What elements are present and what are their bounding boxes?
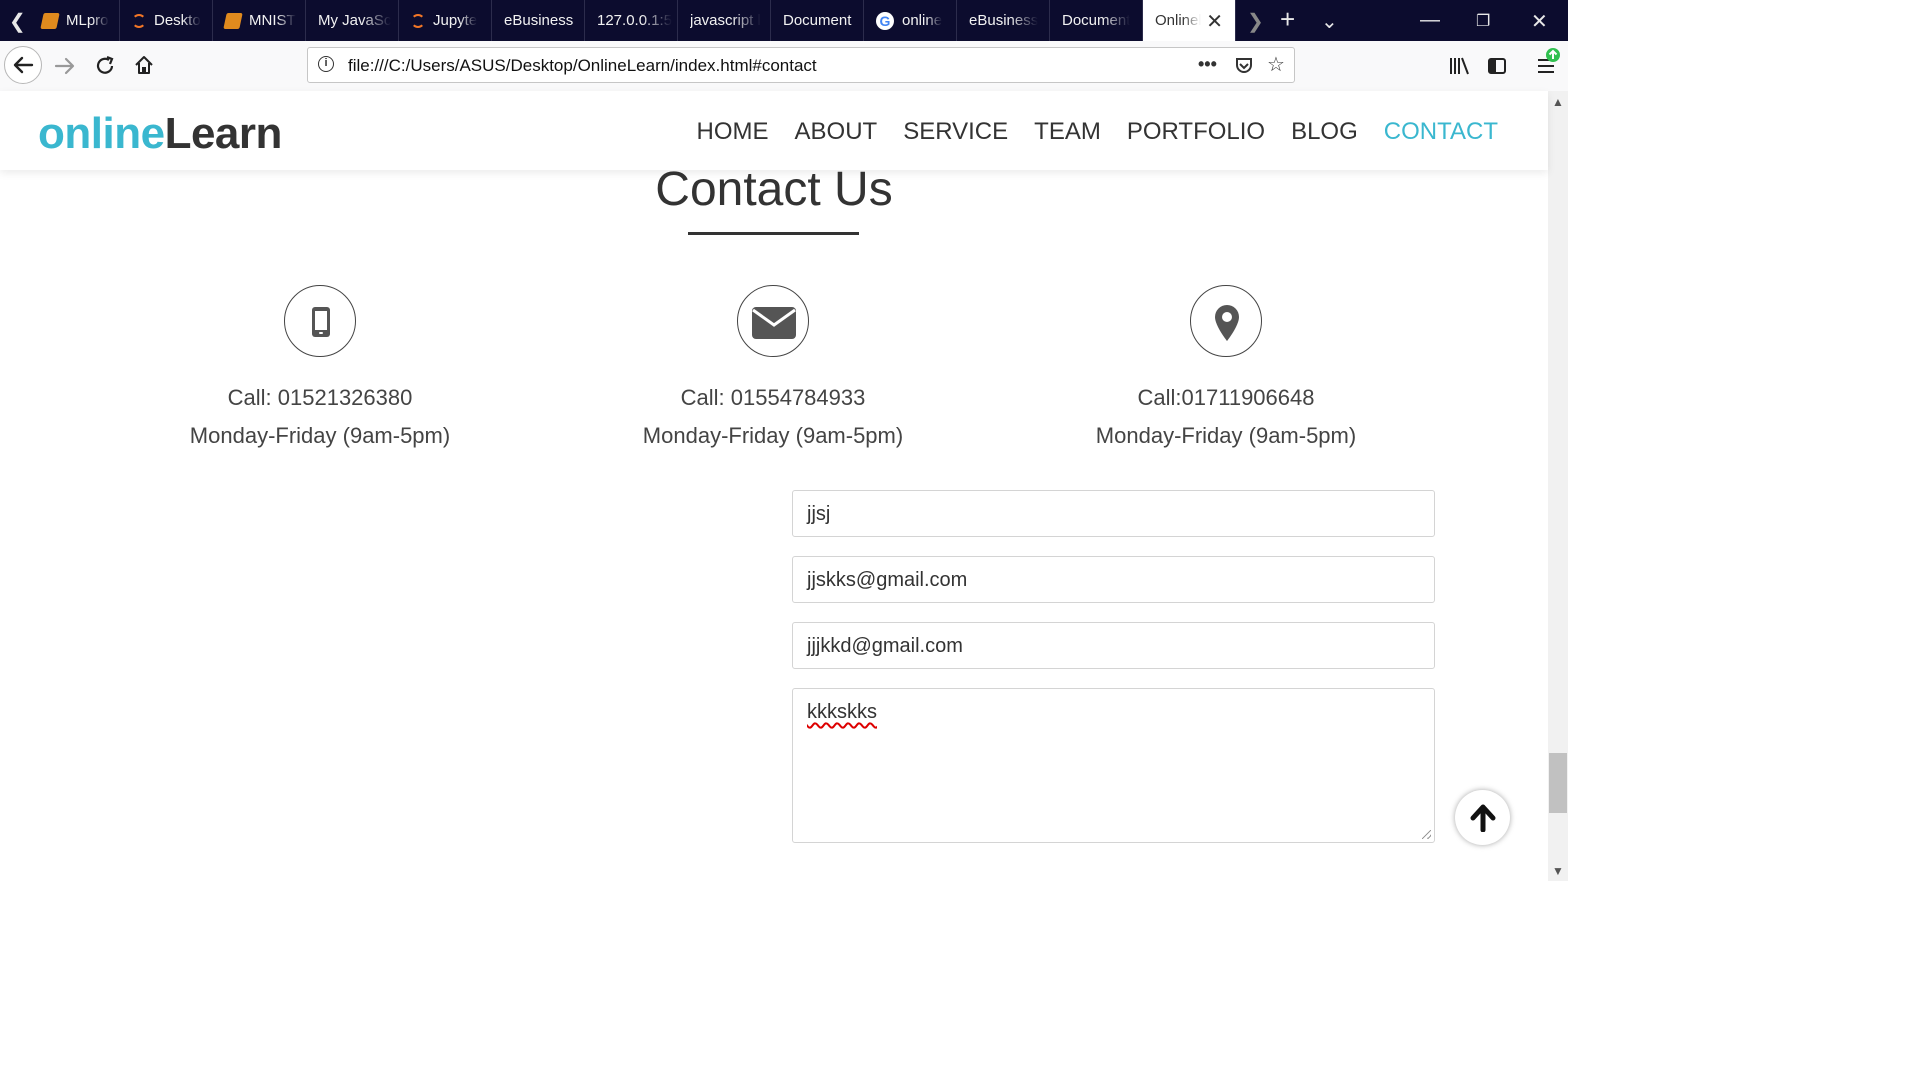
contact-call-line: Call: 01554784933 [680,385,866,410]
tab-3[interactable]: MNIST [213,0,306,41]
tab-4[interactable]: My JavaSc [306,0,399,41]
reload-icon[interactable] [94,55,116,77]
tab-11[interactable]: eBusiness [957,0,1050,41]
scroll-up-icon[interactable]: ▲ [1552,95,1564,109]
forward-icon[interactable] [54,55,76,77]
scroll-down-icon[interactable]: ▼ [1552,864,1564,878]
back-button[interactable] [4,46,42,84]
contact-info-phone: Call: 01521326380 Monday-Friday (9am-5pm… [120,285,520,449]
site-header: onlineLearn HOME ABOUT SERVICE TEAM PORT… [0,91,1548,170]
contact-section: Contact Us Call: 01521326380 Monday-Frid… [0,163,1548,881]
message-textarea[interactable]: kkkskks [792,688,1435,843]
nav-contact[interactable]: CONTACT [1384,118,1498,146]
nav-service[interactable]: SERVICE [903,118,1008,146]
bookmark-star-icon[interactable]: ☆ [1267,52,1285,77]
google-icon: G [876,11,894,30]
close-tab-icon[interactable]: ✕ [1206,9,1223,34]
tab-5[interactable]: Jupyte [399,0,492,41]
contact-info-email: Call: 01554784933 Monday-Friday (9am-5pm… [573,285,973,449]
message-text: kkkskks [807,701,877,723]
tab-2[interactable]: Deskto [120,0,213,41]
icon-circle [1190,285,1262,357]
nav-portfolio[interactable]: PORTFOLIO [1127,118,1265,146]
tab-9[interactable]: Document [771,0,864,41]
contact-hours-line: Monday-Friday (9am-5pm) [642,423,904,448]
contact-info-location: Call:01711906648 Monday-Friday (9am-5pm) [1026,285,1426,449]
home-icon[interactable] [133,54,155,76]
envelope-icon [752,307,796,339]
tab-10[interactable]: G online [864,0,957,41]
restore-icon[interactable]: ❐ [1476,11,1490,31]
pocket-icon[interactable] [1234,56,1254,76]
resize-handle-icon[interactable] [1422,830,1431,839]
browser-nav-bar: i file:///C:/Users/ASUS/Desktop/OnlineLe… [0,41,1568,92]
title-underline [688,232,859,235]
nav-about[interactable]: ABOUT [795,118,878,146]
page-actions-icon[interactable]: ••• [1198,54,1217,75]
minimize-icon[interactable]: — [1420,9,1440,32]
tab-1[interactable]: MLpro [30,0,120,41]
scrollbar-thumb[interactable] [1549,753,1567,813]
tab-active[interactable]: Onlinel ✕ [1143,0,1236,41]
library-icon[interactable] [1449,56,1471,76]
address-bar[interactable]: i file:///C:/Users/ASUS/Desktop/OnlineLe… [307,47,1295,83]
main-nav: HOME ABOUT SERVICE TEAM PORTFOLIO BLOG C… [697,118,1498,146]
jupyter-icon [411,13,425,28]
book-icon [223,12,243,29]
site-info-icon[interactable]: i [318,56,334,72]
arrow-up-icon [1470,804,1495,832]
nav-home[interactable]: HOME [697,118,769,146]
book-icon [40,12,60,29]
subject-input[interactable]: jjjkkd@gmail.com [792,622,1435,669]
icon-circle [737,285,809,357]
new-tab-icon[interactable]: + [1280,4,1295,35]
back-to-top-button[interactable] [1455,790,1510,845]
close-window-icon[interactable]: ✕ [1531,9,1548,34]
list-tabs-icon[interactable]: ⌄ [1321,9,1338,34]
tab-12[interactable]: Document [1050,0,1143,41]
tab-7[interactable]: 127.0.0.1:5 [585,0,678,41]
tab-6[interactable]: eBusiness [492,0,585,41]
contact-hours-line: Monday-Friday (9am-5pm) [189,423,451,448]
jupyter-icon [132,13,146,28]
url-text[interactable]: file:///C:/Users/ASUS/Desktop/OnlineLear… [348,56,817,76]
mobile-phone-icon [312,307,330,337]
contact-call-line: Call: 01521326380 [227,385,413,410]
section-title: Contact Us [655,163,893,216]
email-input[interactable]: jjskks@gmail.com [792,556,1435,603]
arrow-left-icon [13,56,34,74]
menu-update-icon[interactable] [1536,47,1562,77]
sidebar-icon[interactable] [1487,56,1507,76]
scroll-tabs-left-icon[interactable]: ❮ [9,9,26,34]
tab-8[interactable]: javascript l [678,0,771,41]
nav-team[interactable]: TEAM [1034,118,1101,146]
contact-call-line: Call:01711906648 [1137,385,1315,410]
map-marker-icon [1215,305,1239,341]
site-logo[interactable]: onlineLearn [38,109,282,159]
icon-circle [284,285,356,357]
scroll-tabs-right-icon[interactable]: ❯ [1247,9,1264,34]
browser-tab-strip: ❮ MLpro Deskto MNIST My JavaSc Jupyte eB… [0,0,1568,41]
nav-blog[interactable]: BLOG [1291,118,1358,146]
name-input[interactable]: jjsj [792,490,1435,537]
contact-hours-line: Monday-Friday (9am-5pm) [1095,423,1357,448]
